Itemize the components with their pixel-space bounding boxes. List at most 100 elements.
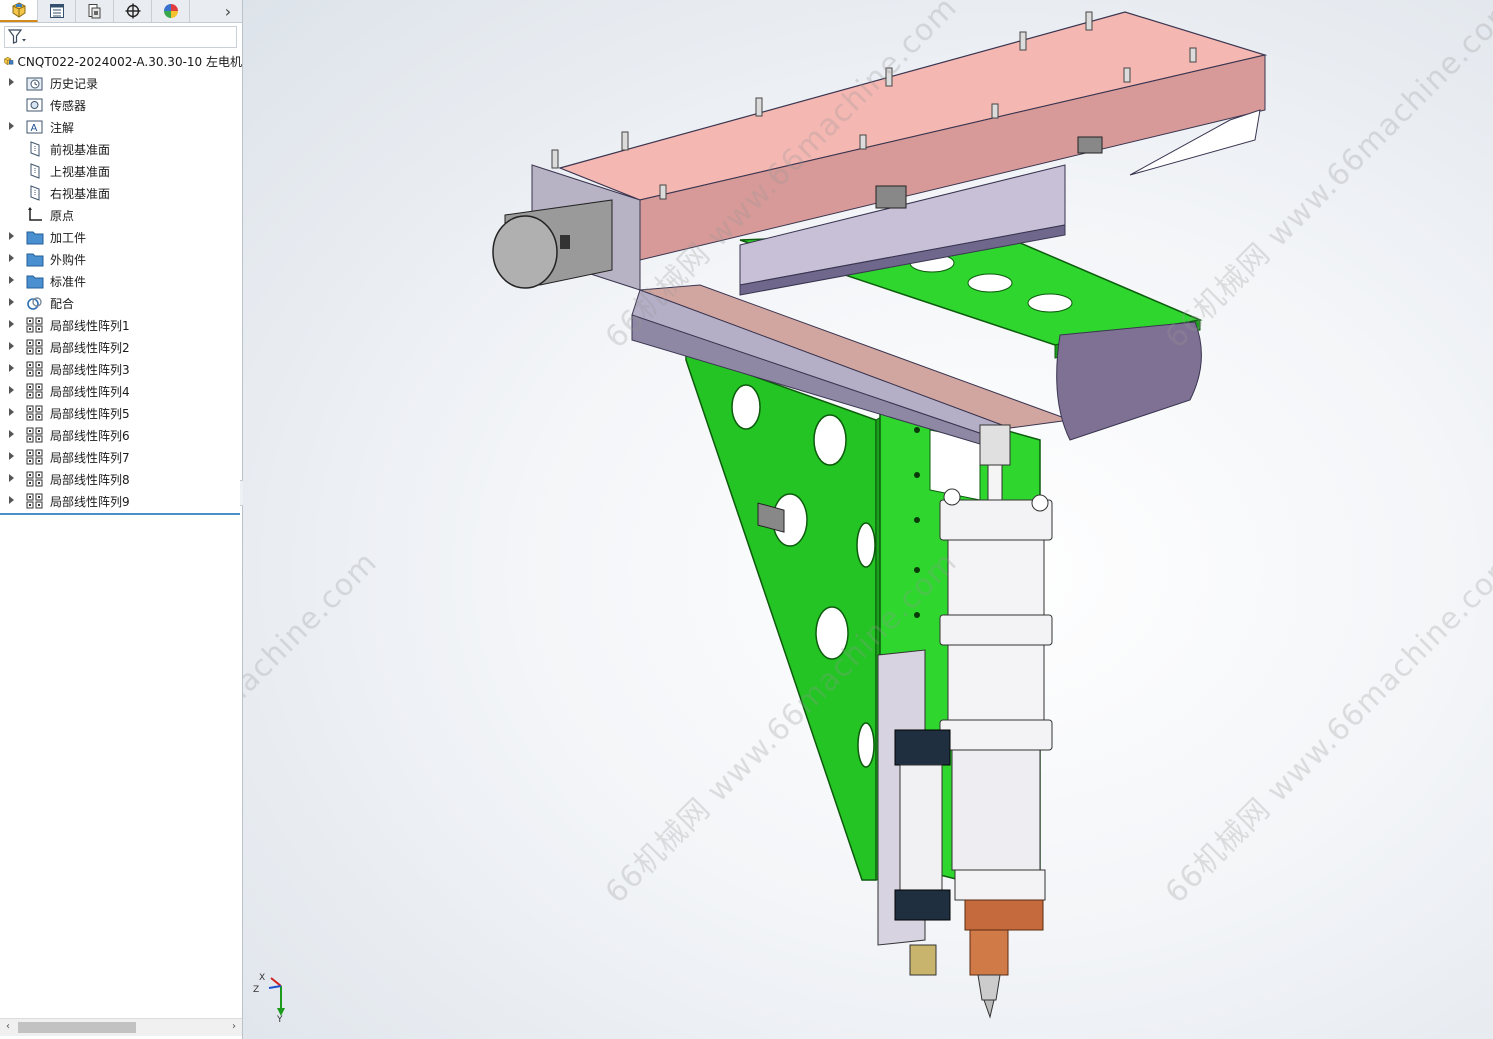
graphics-viewport[interactable]: 66机械网 www.66machine.com 66机械网 www.66mach…: [243, 0, 1493, 1039]
tree-filter-box[interactable]: [4, 26, 237, 48]
tree-item-label: 局部线性阵列1: [50, 319, 130, 333]
tree-item-label: 局部线性阵列6: [50, 429, 130, 443]
scroll-thumb[interactable]: [18, 1022, 136, 1033]
tree-item[interactable]: 历史记录: [0, 72, 242, 94]
feature-manager-tab[interactable]: [0, 0, 38, 22]
property-manager-tab[interactable]: [38, 0, 76, 22]
tree-item[interactable]: 局部线性阵列5: [0, 402, 242, 424]
rollback-bar[interactable]: [0, 513, 240, 515]
plane-icon: [30, 163, 40, 179]
tree-item[interactable]: 原点: [0, 204, 242, 226]
assembly-root-node[interactable]: CNQT022-2024002-A.30.30-10 左电机: [4, 52, 242, 70]
expand-arrow-icon[interactable]: [9, 254, 14, 262]
expand-arrow-icon[interactable]: [9, 364, 14, 372]
annotation-icon: A: [26, 120, 43, 134]
tree-item[interactable]: 局部线性阵列4: [0, 380, 242, 402]
expand-arrow-icon[interactable]: [9, 386, 14, 394]
reference-triad-icon: X Z Y: [253, 973, 285, 1023]
sensor-icon: [26, 98, 43, 112]
linear-pattern-icon: [26, 361, 43, 377]
tree-item[interactable]: 标准件: [0, 270, 242, 292]
scroll-left-arrow-icon[interactable]: ‹: [2, 1021, 14, 1033]
folder-icon: [26, 231, 44, 245]
linear-pattern-icon: [26, 449, 43, 465]
crosshair-icon: [125, 3, 140, 19]
linear-pattern-icon: [26, 383, 43, 399]
assembly-icon: [4, 56, 14, 66]
plane-icon: [30, 185, 40, 201]
dimxpert-tab[interactable]: [114, 0, 152, 22]
tree-item[interactable]: 局部线性阵列6: [0, 424, 242, 446]
tree-item-label: 标准件: [50, 275, 87, 289]
tree-item[interactable]: 加工件: [0, 226, 242, 248]
linear-pattern-icon: [26, 317, 43, 333]
assembly-model[interactable]: [243, 0, 1493, 1039]
tree-item-label: 原点: [50, 209, 75, 223]
panel-horizontal-scrollbar[interactable]: ‹ ›: [0, 1018, 242, 1036]
tree-item[interactable]: 局部线性阵列7: [0, 446, 242, 468]
triad-y-label: Y: [276, 1015, 283, 1023]
tree-item[interactable]: 局部线性阵列8: [0, 468, 242, 490]
display-manager-tab[interactable]: [152, 0, 190, 22]
tree-item[interactable]: 右视基准面: [0, 182, 242, 204]
configuration-icon: [88, 4, 100, 19]
linear-pattern-icon: [26, 427, 43, 443]
history-folder-icon: [26, 77, 43, 91]
expand-arrow-icon[interactable]: [9, 232, 14, 240]
scroll-right-arrow-icon[interactable]: ›: [228, 1021, 240, 1033]
origin-icon: [28, 207, 42, 221]
tree-item-label: 局部线性阵列9: [50, 495, 130, 509]
tree-item-label: 局部线性阵列4: [50, 385, 130, 399]
tree-item-label: 配合: [50, 297, 75, 311]
tree-item[interactable]: 上视基准面: [0, 160, 242, 182]
tree-item[interactable]: 传感器: [0, 94, 242, 116]
expand-arrow-icon[interactable]: [9, 452, 14, 460]
tree-item[interactable]: 局部线性阵列1: [0, 314, 242, 336]
feature-manager-panel: › CNQT022-2024002-A.30.30-10 左电机 历史记录传感器…: [0, 0, 249, 1039]
vertical-cylinder: [939, 424, 1053, 1019]
tree-item-label: 局部线性阵列5: [50, 407, 130, 421]
folder-icon: [26, 253, 44, 267]
feature-tree-icon: [12, 2, 25, 18]
expand-arrow-icon[interactable]: [9, 342, 14, 350]
tree-item[interactable]: 局部线性阵列3: [0, 358, 242, 380]
assembly-root-label: CNQT022-2024002-A.30.30-10 左电机: [17, 54, 242, 69]
feature-tree: 历史记录传感器 A 注解前视基准面上视基准面 右视基准面原点加工件外购件标准件配合局部…: [0, 72, 242, 512]
color-wheel-icon: [163, 4, 178, 18]
tree-item[interactable]: 前视基准面: [0, 138, 242, 160]
folder-icon: [26, 275, 44, 289]
tree-item-label: 局部线性阵列8: [50, 473, 130, 487]
tree-item[interactable]: 局部线性阵列9: [0, 490, 242, 512]
expand-arrow-icon[interactable]: [9, 78, 14, 86]
tree-item-label: 外购件: [50, 253, 87, 267]
property-list-icon: [49, 4, 64, 18]
expand-arrow-icon[interactable]: [9, 122, 14, 130]
linear-pattern-icon: [26, 405, 43, 421]
triad-z-label: Z: [253, 985, 259, 995]
tree-item-label: 历史记录: [50, 77, 99, 91]
tree-item[interactable]: A 注解: [0, 116, 242, 138]
triad-x-label: X: [259, 973, 265, 983]
plane-icon: [30, 141, 40, 157]
tree-item[interactable]: 配合: [0, 292, 242, 314]
linear-pattern-icon: [26, 493, 43, 509]
mates-icon: [27, 297, 42, 310]
expand-arrow-icon[interactable]: [9, 408, 14, 416]
expand-arrow-icon[interactable]: [9, 298, 14, 306]
tree-item-label: 注解: [50, 121, 75, 135]
tree-item[interactable]: 外购件: [0, 248, 242, 270]
linear-pattern-icon: [26, 471, 43, 487]
expand-arrow-icon[interactable]: [9, 474, 14, 482]
expand-arrow-icon[interactable]: [9, 320, 14, 328]
expand-arrow-icon[interactable]: [9, 430, 14, 438]
svg-text:A: A: [31, 123, 38, 134]
more-tabs-button[interactable]: ›: [214, 0, 242, 22]
tree-item-label: 局部线性阵列7: [50, 451, 130, 465]
configuration-manager-tab[interactable]: [76, 0, 114, 22]
tree-item-label: 局部线性阵列3: [50, 363, 130, 377]
tree-item[interactable]: 局部线性阵列2: [0, 336, 242, 358]
filter-funnel-icon[interactable]: [8, 29, 28, 45]
expand-arrow-icon[interactable]: [9, 496, 14, 504]
expand-arrow-icon[interactable]: [9, 276, 14, 284]
tree-item-label: 前视基准面: [50, 143, 111, 157]
